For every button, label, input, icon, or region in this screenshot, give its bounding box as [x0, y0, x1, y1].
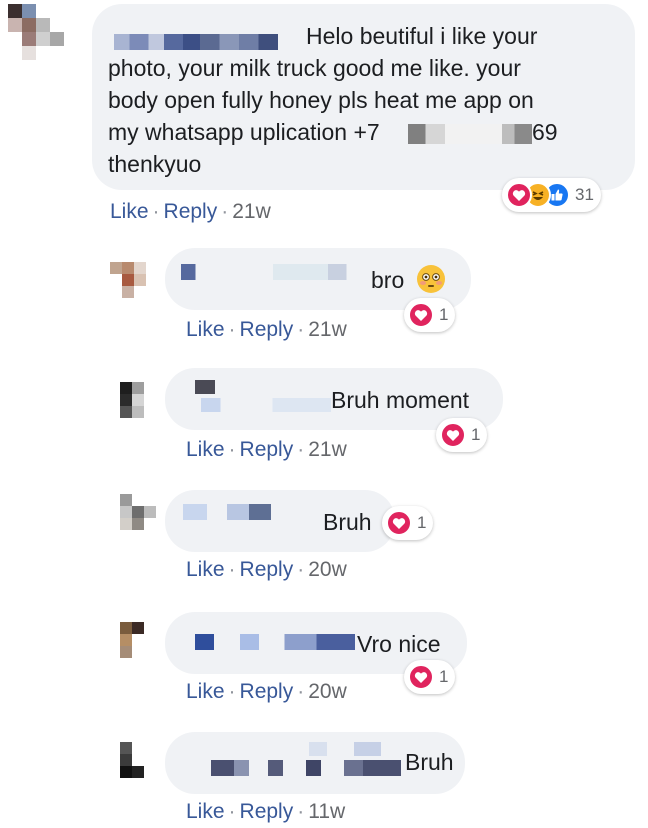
reply-bubble: Bruh — [165, 732, 465, 794]
timestamp[interactable]: 21w — [308, 318, 347, 341]
blurred-name — [291, 742, 381, 756]
reply-text: bro — [371, 267, 405, 293]
reply-link[interactable]: Reply — [164, 200, 218, 223]
separator: · — [228, 438, 236, 461]
reaction-count[interactable]: 1 — [417, 513, 426, 533]
love-icon — [408, 302, 434, 328]
reaction-summary[interactable]: 1 — [382, 506, 434, 540]
reply-text: Bruh — [323, 509, 372, 535]
reply-bubble: Bruh — [165, 490, 395, 552]
reply-avatar[interactable] — [120, 382, 168, 430]
blurred-name — [211, 760, 401, 776]
blurred-name — [114, 34, 200, 50]
comment-text-line-1: Helo beutiful i like your — [306, 23, 538, 49]
reaction-count[interactable]: 1 — [471, 425, 480, 445]
reply-avatar[interactable] — [120, 742, 168, 790]
love-icon — [408, 664, 434, 690]
comment-text-line-5: thenkyuo — [108, 151, 202, 177]
reaction-summary[interactable]: 1 — [404, 298, 456, 332]
timestamp[interactable]: 20w — [308, 558, 347, 581]
reaction-count[interactable]: 1 — [439, 305, 448, 325]
reply-link[interactable]: Reply — [240, 558, 294, 581]
blurred-phone-number — [408, 124, 532, 144]
reply-actions: Like · Reply · 21w — [186, 438, 347, 462]
comment-text-line-4: my whatsapp uplication +7 — [108, 119, 380, 145]
like-link[interactable]: Like — [186, 318, 225, 341]
flushed-emoji — [417, 265, 445, 293]
reply-actions: Like · Reply · 11w — [186, 800, 345, 824]
like-link[interactable]: Like — [186, 680, 225, 703]
separator: · — [297, 318, 305, 341]
reply-text: Bruh — [405, 749, 454, 775]
timestamp[interactable]: 11w — [308, 800, 345, 823]
like-link[interactable]: Like — [110, 200, 149, 223]
reply-link[interactable]: Reply — [240, 800, 294, 823]
reply-actions: Like · Reply · 21w — [186, 318, 347, 342]
reply-avatar[interactable] — [120, 622, 168, 670]
comment-bubble: Helo beutiful i like your photo, your mi… — [92, 4, 635, 190]
comment-text-line-3: body open fully honey pls heat me app on — [108, 87, 534, 113]
separator: · — [228, 558, 236, 581]
reaction-summary[interactable]: 1 — [404, 660, 456, 694]
reply-link[interactable]: Reply — [240, 438, 294, 461]
separator: · — [228, 800, 236, 823]
reaction-count[interactable]: 1 — [439, 667, 448, 687]
commenter-avatar[interactable] — [8, 4, 64, 60]
separator: · — [228, 680, 236, 703]
reply-text: Bruh moment — [331, 387, 470, 413]
blurred-name — [201, 398, 331, 412]
love-icon — [440, 422, 466, 448]
like-link[interactable]: Like — [186, 438, 225, 461]
comment-text-line-2: photo, your milk truck good me like. you… — [108, 55, 521, 81]
timestamp[interactable]: 21w — [308, 438, 347, 461]
reaction-count[interactable]: 31 — [575, 185, 594, 205]
separator: · — [221, 200, 229, 223]
reply-actions: Like · Reply · 20w — [186, 680, 347, 704]
separator: · — [297, 680, 305, 703]
timestamp[interactable]: 20w — [308, 680, 347, 703]
blurred-name — [181, 264, 365, 280]
separator: · — [152, 200, 160, 223]
reaction-summary[interactable]: 1 — [436, 418, 488, 452]
separator: · — [297, 558, 305, 581]
blurred-name — [183, 504, 293, 520]
blurred-name — [195, 380, 215, 394]
blurred-name — [195, 634, 355, 650]
like-link[interactable]: Like — [186, 558, 225, 581]
love-icon — [386, 510, 412, 536]
like-link[interactable]: Like — [186, 800, 225, 823]
comment-actions: Like · Reply · 21w — [110, 200, 271, 224]
reply-link[interactable]: Reply — [240, 680, 294, 703]
blurred-name — [200, 34, 278, 50]
reply-text: Vro nice — [357, 631, 441, 657]
reply-actions: Like · Reply · 20w — [186, 558, 347, 582]
reply-avatar[interactable] — [110, 262, 158, 310]
timestamp[interactable]: 21w — [232, 200, 271, 223]
comment-text-phone-end: 69 — [532, 119, 558, 145]
reply-avatar[interactable] — [120, 494, 168, 542]
separator: · — [297, 438, 305, 461]
separator: · — [228, 318, 236, 341]
reply-link[interactable]: Reply — [240, 318, 294, 341]
love-icon — [506, 182, 532, 208]
separator: · — [297, 800, 305, 823]
reaction-summary[interactable]: 31 — [502, 178, 601, 212]
